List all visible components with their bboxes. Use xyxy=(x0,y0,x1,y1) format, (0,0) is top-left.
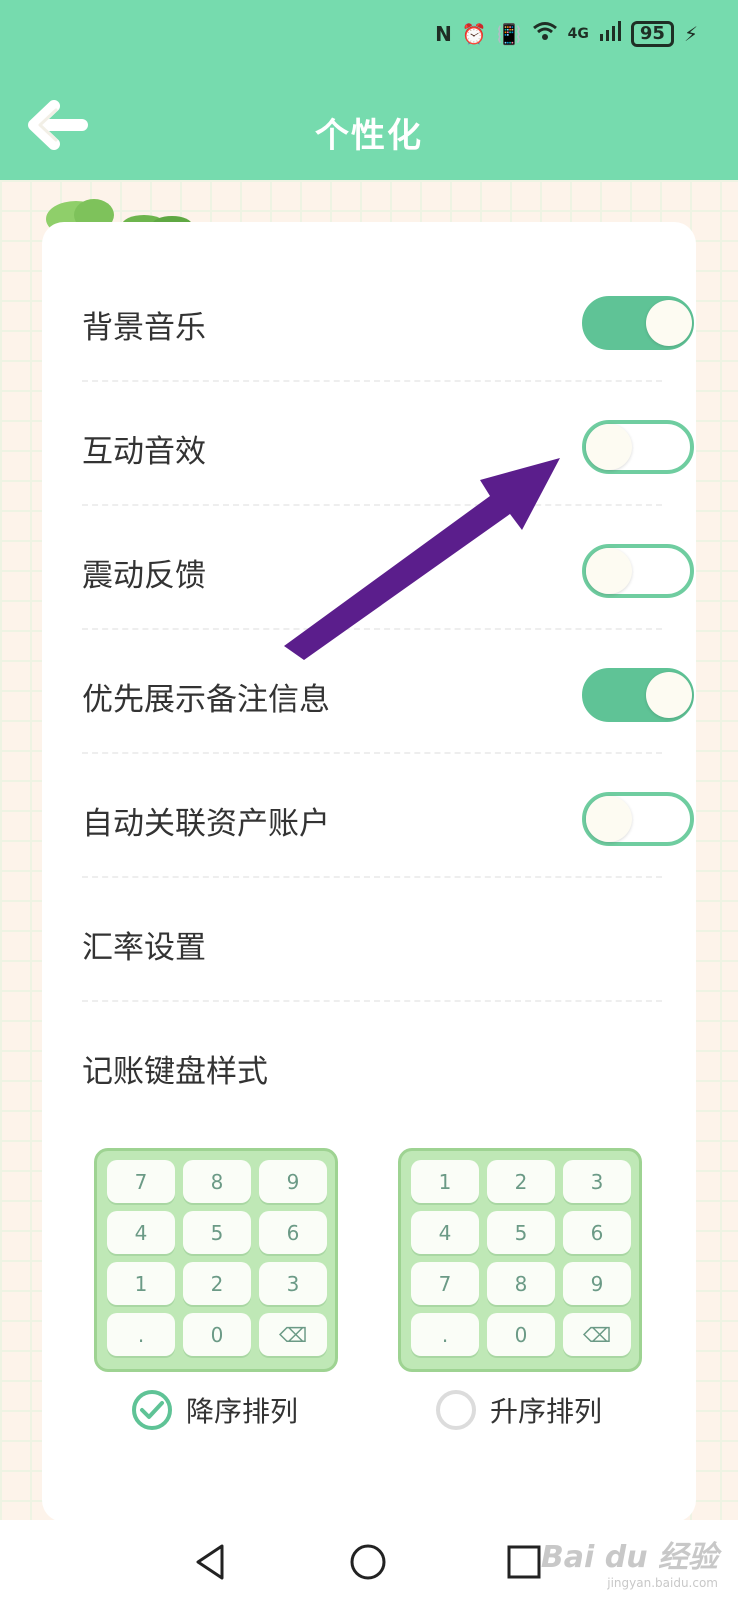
radio-checked-icon xyxy=(132,1390,172,1430)
keypad-key: . xyxy=(107,1313,175,1356)
setting-row-exchange-rate[interactable]: 汇率设置 xyxy=(82,878,662,1002)
keypad-key: 5 xyxy=(183,1211,251,1254)
signal-icon xyxy=(599,20,621,47)
setting-row-keyboard-style: 记账键盘样式 xyxy=(82,1002,662,1126)
wifi-icon xyxy=(532,21,558,46)
keypad-ascending-option[interactable]: 1 2 3 4 5 6 7 8 9 . 0 ⌫ xyxy=(398,1148,642,1372)
keypad-key: 2 xyxy=(183,1262,251,1305)
alarm-icon: ⏰ xyxy=(461,21,487,46)
status-bar: N ⏰ 📳 4G 95 ⚡ xyxy=(0,0,738,70)
keypad-key: 4 xyxy=(411,1211,479,1254)
keypad-key: 5 xyxy=(487,1211,555,1254)
keypad-key: 3 xyxy=(563,1160,631,1203)
setting-row-show-notes: 优先展示备注信息 xyxy=(82,630,694,754)
keypad-key: 6 xyxy=(259,1211,327,1254)
keypad-key: 1 xyxy=(411,1160,479,1203)
radio-descending[interactable]: 降序排列 xyxy=(132,1390,298,1430)
keypad-key: 0 xyxy=(487,1313,555,1356)
keypad-key: 3 xyxy=(259,1262,327,1305)
radio-ascending[interactable]: 升序排列 xyxy=(436,1390,602,1430)
watermark-brand: Bai du 经验 xyxy=(540,1540,718,1575)
radio-unchecked-icon xyxy=(436,1390,476,1430)
keypad-key: 9 xyxy=(563,1262,631,1305)
keypad-key: 1 xyxy=(107,1262,175,1305)
vibration-toggle[interactable] xyxy=(582,544,694,598)
setting-label: 震动反馈 xyxy=(82,558,206,594)
watermark-url: jingyan.baidu.com xyxy=(607,1576,718,1590)
setting-row-vibration: 震动反馈 xyxy=(82,506,694,630)
radio-label: 降序排列 xyxy=(186,1395,299,1428)
battery-icon: 95 xyxy=(630,20,674,47)
keypad-key: 2 xyxy=(487,1160,555,1203)
square-recents-icon xyxy=(507,1545,541,1579)
keypad-key: 0 xyxy=(183,1313,251,1356)
keypad-key: . xyxy=(411,1313,479,1356)
nav-recents-button[interactable] xyxy=(502,1540,546,1584)
baidu-watermark: Bai du 经验 jingyan.baidu.com xyxy=(541,1532,718,1590)
backspace-icon: ⌫ xyxy=(259,1313,327,1356)
keypad-key: 4 xyxy=(107,1211,175,1254)
keypad-key: 9 xyxy=(259,1160,327,1203)
setting-label: 背景音乐 xyxy=(82,310,206,346)
interaction-sound-toggle[interactable] xyxy=(582,420,694,474)
keypad-key: 8 xyxy=(183,1160,251,1203)
backspace-icon: ⌫ xyxy=(563,1313,631,1356)
nav-home-button[interactable] xyxy=(346,1540,390,1584)
keypad-descending-option[interactable]: 7 8 9 4 5 6 1 2 3 . 0 ⌫ xyxy=(94,1148,338,1372)
keypad-key: 8 xyxy=(487,1262,555,1305)
setting-row-auto-link-account: 自动关联资产账户 xyxy=(82,754,694,878)
keypad-key: 7 xyxy=(411,1262,479,1305)
setting-label: 记账键盘样式 xyxy=(82,1054,268,1090)
page-title: 个性化 xyxy=(315,116,423,156)
header: 个性化 xyxy=(0,70,738,180)
setting-row-interaction-sound: 互动音效 xyxy=(82,382,694,506)
setting-label: 互动音效 xyxy=(82,434,206,470)
radio-label: 升序排列 xyxy=(490,1395,603,1428)
setting-label: 汇率设置 xyxy=(82,930,206,966)
status-icons: N ⏰ 📳 4G 95 ⚡ xyxy=(435,20,698,47)
charging-icon: ⚡ xyxy=(683,21,698,46)
nav-back-button[interactable] xyxy=(190,1540,234,1584)
triangle-back-icon xyxy=(196,1544,224,1580)
keypad-key: 6 xyxy=(563,1211,631,1254)
show-notes-toggle[interactable] xyxy=(582,668,694,722)
auto-link-account-toggle[interactable] xyxy=(582,792,694,846)
setting-label: 自动关联资产账户 xyxy=(82,806,330,842)
setting-label: 优先展示备注信息 xyxy=(82,682,330,718)
circle-home-icon xyxy=(350,1544,386,1580)
background-music-toggle[interactable] xyxy=(582,296,694,350)
vibrate-icon: 📳 xyxy=(496,21,522,46)
network-label: 4G xyxy=(567,25,589,42)
setting-row-background-music: 背景音乐 xyxy=(82,258,694,382)
keypad-key: 7 xyxy=(107,1160,175,1203)
nfc-icon: N xyxy=(435,21,452,46)
